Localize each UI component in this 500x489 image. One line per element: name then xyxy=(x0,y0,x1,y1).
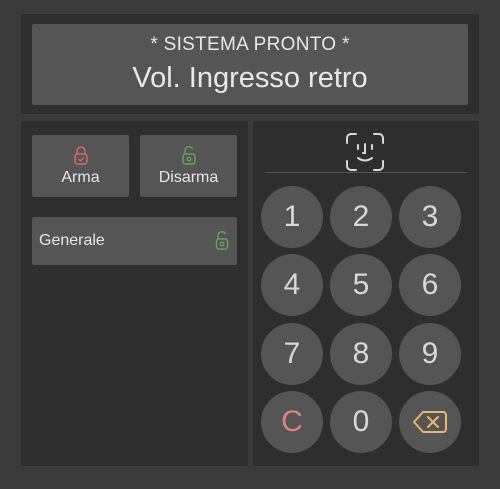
lock-open-icon xyxy=(181,145,196,165)
lock-open-icon xyxy=(215,230,229,250)
key-8[interactable]: 8 xyxy=(330,323,392,385)
backspace-button[interactable] xyxy=(399,391,461,453)
key-1[interactable]: 1 xyxy=(261,186,323,248)
backspace-icon xyxy=(413,411,447,433)
key-5[interactable]: 5 xyxy=(330,254,392,316)
key-4[interactable]: 4 xyxy=(261,254,323,316)
key-6[interactable]: 6 xyxy=(399,254,461,316)
key-9[interactable]: 9 xyxy=(399,323,461,385)
arm-button[interactable]: Arma xyxy=(32,135,129,197)
keypad-divider xyxy=(265,172,467,173)
mode-panel: Arma Disarma Generale xyxy=(21,121,248,466)
key-3[interactable]: 3 xyxy=(399,186,461,248)
alarm-keypad-app: * SISTEMA PRONTO * Vol. Ingresso retro A… xyxy=(0,0,500,489)
display-frame: * SISTEMA PRONTO * Vol. Ingresso retro xyxy=(21,14,479,114)
key-2[interactable]: 2 xyxy=(330,186,392,248)
lock-closed-icon xyxy=(73,146,88,165)
face-id-icon[interactable] xyxy=(343,130,387,174)
clear-key[interactable]: C xyxy=(261,391,323,453)
keypad-panel: 1 2 3 4 5 6 7 8 9 C 0 xyxy=(253,121,479,466)
system-status-text: * SISTEMA PRONTO * xyxy=(150,34,350,55)
area-label: Generale xyxy=(39,232,105,249)
key-7[interactable]: 7 xyxy=(261,323,323,385)
zone-name-text: Vol. Ingresso retro xyxy=(132,62,368,94)
area-item-generale[interactable]: Generale xyxy=(32,217,237,265)
arm-label: Arma xyxy=(61,169,100,186)
key-0[interactable]: 0 xyxy=(330,391,392,453)
disarm-label: Disarma xyxy=(158,169,219,186)
disarm-button[interactable]: Disarma xyxy=(140,135,237,197)
status-display: * SISTEMA PRONTO * Vol. Ingresso retro xyxy=(32,24,468,105)
